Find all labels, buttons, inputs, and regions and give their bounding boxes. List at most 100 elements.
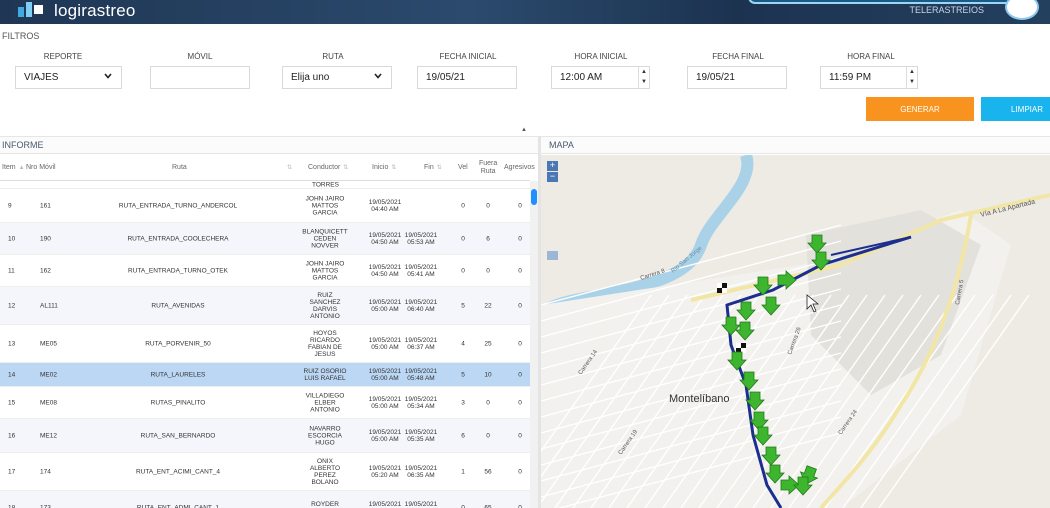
cell-vel: 0 [461, 235, 465, 242]
cell-inicio-line: 19/05/2021 [368, 395, 402, 403]
cell-movil: AL111 [40, 302, 58, 309]
table-scrollbar-thumb[interactable] [531, 189, 537, 205]
cell-fin-line: 05:35 AM [407, 435, 435, 443]
col-fuera-ruta[interactable]: Fuera Ruta [479, 160, 497, 176]
table-row[interactable]: 10 190 RUTA_ENTRADA_COOLECHERA BLANQUICETT C… [0, 223, 530, 255]
table-row[interactable]: 18 173 RUTA_ENT_ADMI_CANT_1 ROYDERMANUEL 19/… [0, 491, 530, 508]
cell-conductor: NAVARRO ESCORCIA HUGO [308, 425, 342, 446]
zoom-out-button[interactable]: − [547, 172, 558, 182]
cell-inicio-line: 19/05/2021 [368, 198, 402, 206]
cell-fuera: 0 [486, 432, 490, 439]
cell-item: 17 [8, 468, 16, 475]
cell-fuera: 25 [484, 340, 492, 347]
col-item[interactable]: Item ▲ [2, 164, 25, 171]
generar-button[interactable]: GENERAR [866, 97, 974, 121]
cell-inicio-line: 04:40 AM [371, 205, 399, 213]
cell-conductor-line: ANTONIO [310, 312, 340, 320]
cell-fin: 19/05/2021 06:40 AM [405, 299, 438, 313]
cell-inicio-line: 19/05/2021 [368, 500, 402, 508]
cell-conductor-line: DARVIS [312, 305, 338, 313]
cell-conductor-line: LUIS RAFAEL [304, 374, 346, 382]
zoom-in-button[interactable]: + [547, 161, 558, 171]
fecha-inicial-label: FECHA INICIAL [439, 52, 497, 61]
fecha-inicial-input[interactable]: 19/05/21 [417, 66, 517, 89]
table-scrollbar[interactable] [530, 181, 538, 508]
cell-conductor-line: HUGO [315, 439, 335, 446]
fecha-final-input[interactable]: 19/05/21 [687, 66, 787, 89]
col-agresivos[interactable]: Agresivos [504, 164, 535, 171]
cell-vel: 0 [461, 267, 465, 274]
movil-label: MÓVIL [187, 52, 213, 61]
limpiar-button[interactable]: LIMPIAR [981, 97, 1050, 121]
cell-inicio: 19/05/2021 04:50 AM [369, 232, 402, 246]
cell-conductor: ROYDERMANUEL [311, 501, 339, 508]
cell-conductor-line: NAVARRO [309, 425, 341, 432]
table-row[interactable]: 9 161 RUTA_ENTRADA_TURNO_ANDERCOL JOHN JAIR… [0, 189, 530, 223]
table-row[interactable]: 15 ME08 RUTAS_PINALITO VILLADIEGO ELBER ANTON… [0, 387, 530, 419]
table-row[interactable]: 11 162 RUTA_ENTRADA_TURNO_OTEK JOHN JAIRO MA… [0, 255, 530, 287]
cell-conductor: VILLADIEGO ELBER ANTONIO [306, 392, 345, 413]
hora-final-spinner[interactable]: ▲ ▼ [906, 67, 917, 88]
col-fin[interactable]: Fin ⇅ [424, 164, 442, 171]
cell-fin-line: 19/05/2021 [404, 367, 438, 375]
reporte-select[interactable]: VIAJES [15, 66, 122, 89]
hora-inicial-input[interactable]: 12:00 AM ▲ ▼ [551, 66, 650, 89]
hora-inicial-spinner[interactable]: ▲ ▼ [638, 67, 649, 88]
table-row[interactable]: 12 AL111 RUTA_AVENIDAS RUIZ SANCHEZ DARVIS ANT… [0, 287, 530, 325]
cell-inicio: 19/05/2021 04:40 AM [369, 199, 402, 213]
logo-icon [18, 2, 43, 17]
cell-fin-line: 05:34 AM [407, 402, 435, 410]
collapse-caret-icon[interactable]: ▲ [521, 127, 527, 133]
cell-conductor: BLANQUICETT CEDEN NOVVER [302, 228, 348, 249]
cell-vel: 0 [461, 202, 465, 209]
hora-final-input[interactable]: 11:59 PM ▲ ▼ [820, 66, 918, 89]
chevron-down-icon [374, 73, 382, 79]
hora-final-label: HORA FINAL [847, 52, 895, 61]
cell-conductor-line: ELBER [314, 399, 336, 406]
reporte-value: VIAJES [24, 72, 59, 83]
map-layer-control[interactable] [547, 251, 558, 260]
hora-inicial-value: 12:00 AM [560, 72, 603, 83]
cell-conductor: HOYOS RICARDO FABIAN DE JESUS [308, 330, 342, 358]
cell-movil: 162 [40, 267, 51, 274]
cell-fin: 19/05/2021 06:35 AM [405, 465, 438, 479]
cell-conductor-line: JOHN JAIRO [305, 195, 345, 202]
cell-conductor-line: RUIZ OSORIO [303, 367, 347, 375]
col-inicio[interactable]: Inicio ⇅ [372, 164, 396, 171]
col-vel[interactable]: Vel [458, 164, 468, 171]
col-ruta[interactable]: Ruta [172, 164, 187, 171]
table-row[interactable]: 14 ME02 RUTA_LAURELES RUIZ OSORIO LUIS RAFAE… [0, 363, 530, 387]
cell-agr: 0 [518, 371, 522, 378]
cell-inicio-line: 19/05/2021 [368, 336, 402, 344]
cell-fin-line: 19/05/2021 [404, 500, 438, 508]
cell-inicio: 19/05/2021 05:00 AM [369, 396, 402, 410]
user-avatar[interactable] [1005, 0, 1039, 20]
header-notification-bar[interactable] [748, 0, 1020, 4]
ruta-select[interactable]: Elija uno [282, 66, 392, 89]
map-canvas[interactable]: Vía A La Apartada Rio San Jorge Carrera … [541, 155, 1050, 508]
cell-fin-line: 19/05/2021 [404, 336, 438, 344]
col-ruta-sort-icon[interactable]: ⇅ [284, 164, 292, 171]
table-row[interactable]: 13 ME05 RUTA_PORVENIR_50 HOYOS RICARDO FABIAN… [0, 325, 530, 363]
mapa-title: MAPA [541, 136, 1050, 154]
cell-item: 14 [8, 371, 16, 378]
cell-ruta: RUTA_AVENIDAS [151, 302, 205, 309]
col-nro-movil[interactable]: Nro Móvil [26, 164, 56, 171]
col-conductor[interactable]: Conductor ⇅ [308, 164, 348, 171]
cell-ruta: RUTA_ENT_ACIMI_CANT_4 [135, 468, 221, 475]
movil-input[interactable] [150, 66, 250, 89]
cell-ruta: RUTA_ENTRADA_COOLECHERA [127, 235, 229, 242]
cell-fuera: 6 [486, 235, 490, 242]
user-name: TELERASTREIOS [909, 5, 984, 15]
cell-conductor-line: GARCIA [312, 209, 338, 216]
cell-ruta: RUTA_ENTRADA_TURNO_OTEK [128, 267, 228, 274]
map-panel[interactable]: Vía A La Apartada Rio San Jorge Carrera … [541, 155, 1050, 508]
cell-fuera: 0 [486, 202, 490, 209]
cell-fuera: 22 [484, 302, 492, 309]
cell-fin: 19/05/2021 06:37 AM [405, 337, 438, 351]
cell-fuera: 10 [484, 371, 492, 378]
cell-vel: 0 [461, 504, 465, 508]
cell-fin-line: 06:35 AM [407, 471, 435, 479]
table-row[interactable]: 17 174 RUTA_ENT_ACIMI_CANT_4 ONIX ALBERTO PER… [0, 453, 530, 491]
table-row[interactable]: 16 ME12 RUTA_SAN_BERNARDO NAVARRO ESCORCIA HU… [0, 419, 530, 453]
